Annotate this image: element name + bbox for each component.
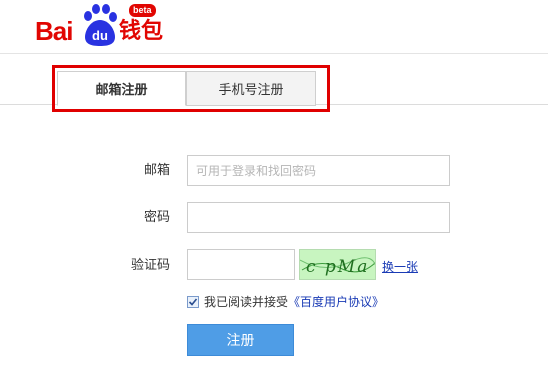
- baidu-paw-icon: du: [84, 4, 117, 46]
- beta-badge: beta: [129, 4, 156, 17]
- tab-email-register[interactable]: 邮箱注册: [57, 71, 186, 106]
- page-header: Bai du 钱包 beta: [0, 0, 548, 54]
- password-label: 密码: [143, 210, 170, 225]
- agree-text: 我已阅读并接受: [204, 295, 289, 309]
- captcha-label: 验证码: [130, 258, 170, 273]
- captcha-image[interactable]: c pMa: [299, 249, 376, 280]
- checkmark-icon: [188, 297, 198, 306]
- tab-phone-register[interactable]: 手机号注册: [186, 71, 316, 106]
- password-field[interactable]: [187, 202, 450, 233]
- captcha-refresh-link[interactable]: 换一张: [382, 258, 418, 275]
- captcha-noise-icon: c pMa: [300, 257, 375, 277]
- logo-wallet-text: 钱包: [119, 19, 164, 44]
- email-field[interactable]: [187, 155, 450, 186]
- baidu-wallet-logo[interactable]: Bai du 钱包 beta: [35, 4, 165, 48]
- agreement-row: 我已阅读并接受 《百度用户协议》: [187, 293, 384, 310]
- logo-du-text: du: [92, 28, 108, 43]
- captcha-text: c pMa: [306, 257, 369, 277]
- logo-bai-text: Bai: [35, 16, 73, 46]
- register-button[interactable]: 注册: [187, 324, 294, 356]
- captcha-field[interactable]: [187, 249, 295, 280]
- agree-checkbox[interactable]: [187, 295, 199, 308]
- email-label: 邮箱: [143, 163, 170, 178]
- user-agreement-link[interactable]: 《百度用户协议》: [288, 293, 384, 310]
